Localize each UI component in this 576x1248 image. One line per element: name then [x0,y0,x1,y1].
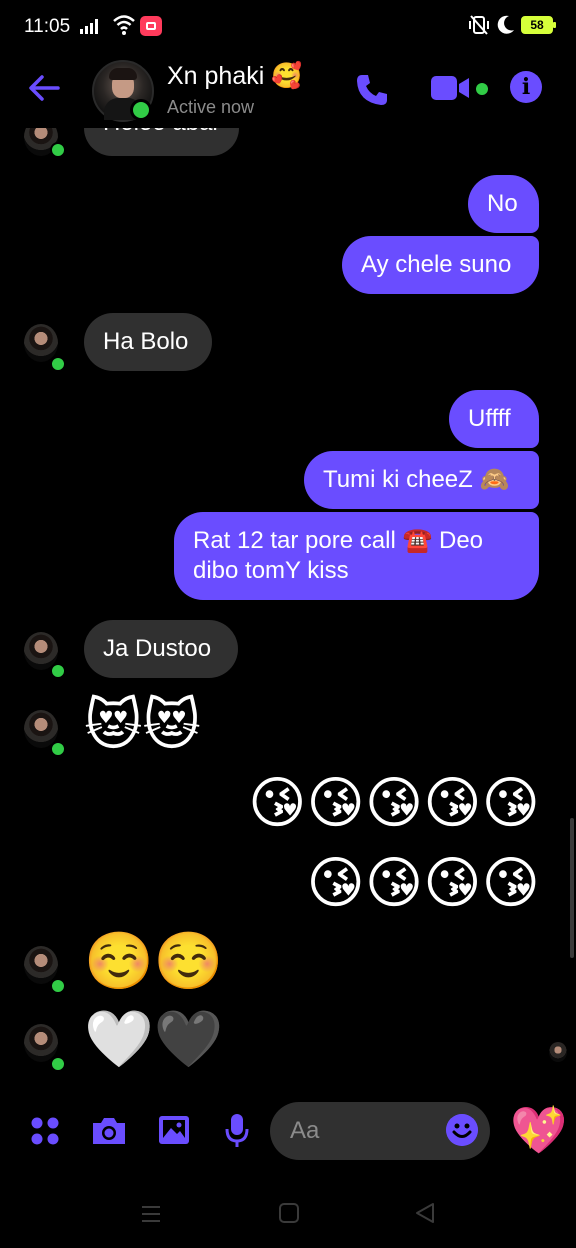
message-composer: Aa 💖 [0,1098,576,1168]
seen-avatar [549,1042,567,1062]
wifi-icon [113,15,135,35]
info-icon[interactable]: i [510,71,542,103]
emoji-message[interactable]: 🤍🖤 [84,1010,223,1070]
emoji-message[interactable]: 😘😘😘😘😘 [248,774,540,834]
message-sent[interactable]: Uffff [449,390,539,448]
emoji-picker-icon[interactable] [446,1114,478,1146]
video-active-dot [476,83,488,95]
contact-name[interactable]: Xn phaki 🥰 [167,62,302,91]
online-indicator [50,663,66,679]
online-indicator [50,1056,66,1072]
video-call-icon[interactable] [430,74,470,102]
do-not-disturb-icon [497,15,514,34]
message-received[interactable]: Ha Bolo [84,313,212,371]
back-icon[interactable] [414,1202,436,1224]
scrollbar[interactable] [570,818,574,958]
online-indicator [130,99,152,121]
phone-call-icon[interactable] [354,72,390,108]
online-indicator [50,978,66,994]
system-nav-bar [0,1190,576,1248]
message-received[interactable]: Ja Dustoo [84,620,238,678]
message-sent[interactable]: Rat 12 tar pore call ☎️ Deo dibo tomY ki… [174,512,539,600]
chat-header: Xn phaki 🥰 Active now i [0,56,576,128]
message-sent[interactable]: Tumi ki cheeZ 🙈 [304,451,539,509]
online-indicator [50,356,66,372]
vibrate-icon [469,15,489,35]
status-bar: 11:05 58 [0,0,576,56]
emoji-message[interactable]: ☺️☺️ [84,932,223,992]
message-placeholder: Aa [290,1117,320,1144]
more-apps-icon[interactable] [30,1116,60,1146]
message-sent[interactable]: Ay chele suno [342,236,539,294]
signal-icon [80,18,98,34]
quick-reaction-button[interactable]: 💖 [510,1104,567,1156]
presence-status: Active now [167,97,255,117]
camera-icon[interactable] [90,1115,128,1147]
gallery-icon[interactable] [157,1114,191,1146]
status-time: 11:05 [24,16,71,37]
microphone-icon[interactable] [224,1113,250,1149]
back-arrow-icon[interactable] [28,74,60,102]
menu-icon[interactable] [140,1204,162,1224]
home-icon[interactable] [278,1202,300,1224]
online-indicator [50,741,66,757]
message-sent[interactable]: No [468,175,539,233]
battery-icon: 58 [521,16,556,34]
message-line: dibo tomY kiss [193,557,349,584]
message-line: Rat 12 tar pore call ☎️ Deo [193,527,484,554]
emoji-message[interactable]: 😻😻 [84,696,201,756]
screen-record-icon [140,16,162,36]
online-indicator [50,142,66,158]
emoji-message[interactable]: 😘😘😘😘 [306,854,540,914]
